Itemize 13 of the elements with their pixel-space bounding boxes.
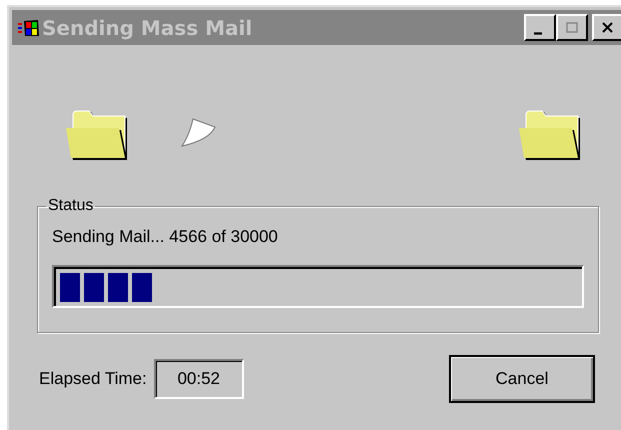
maximize-icon	[564, 20, 580, 34]
flying-paper-icon	[179, 118, 217, 148]
cancel-button[interactable]: Cancel	[449, 355, 595, 403]
minimize-button[interactable]	[524, 14, 556, 41]
minimize-icon	[534, 32, 542, 35]
elapsed-time-value: 00:52	[154, 359, 244, 399]
close-button[interactable]	[592, 14, 621, 41]
window-title: Sending Mass Mail	[42, 16, 252, 40]
group-label: Status	[47, 197, 94, 215]
elapsed-time-label: Elapsed Time:	[39, 369, 147, 389]
windows-flag-icon	[18, 18, 40, 36]
maximize-button[interactable]	[556, 14, 588, 41]
status-message: Sending Mail... 4566 of 30000	[52, 227, 279, 247]
